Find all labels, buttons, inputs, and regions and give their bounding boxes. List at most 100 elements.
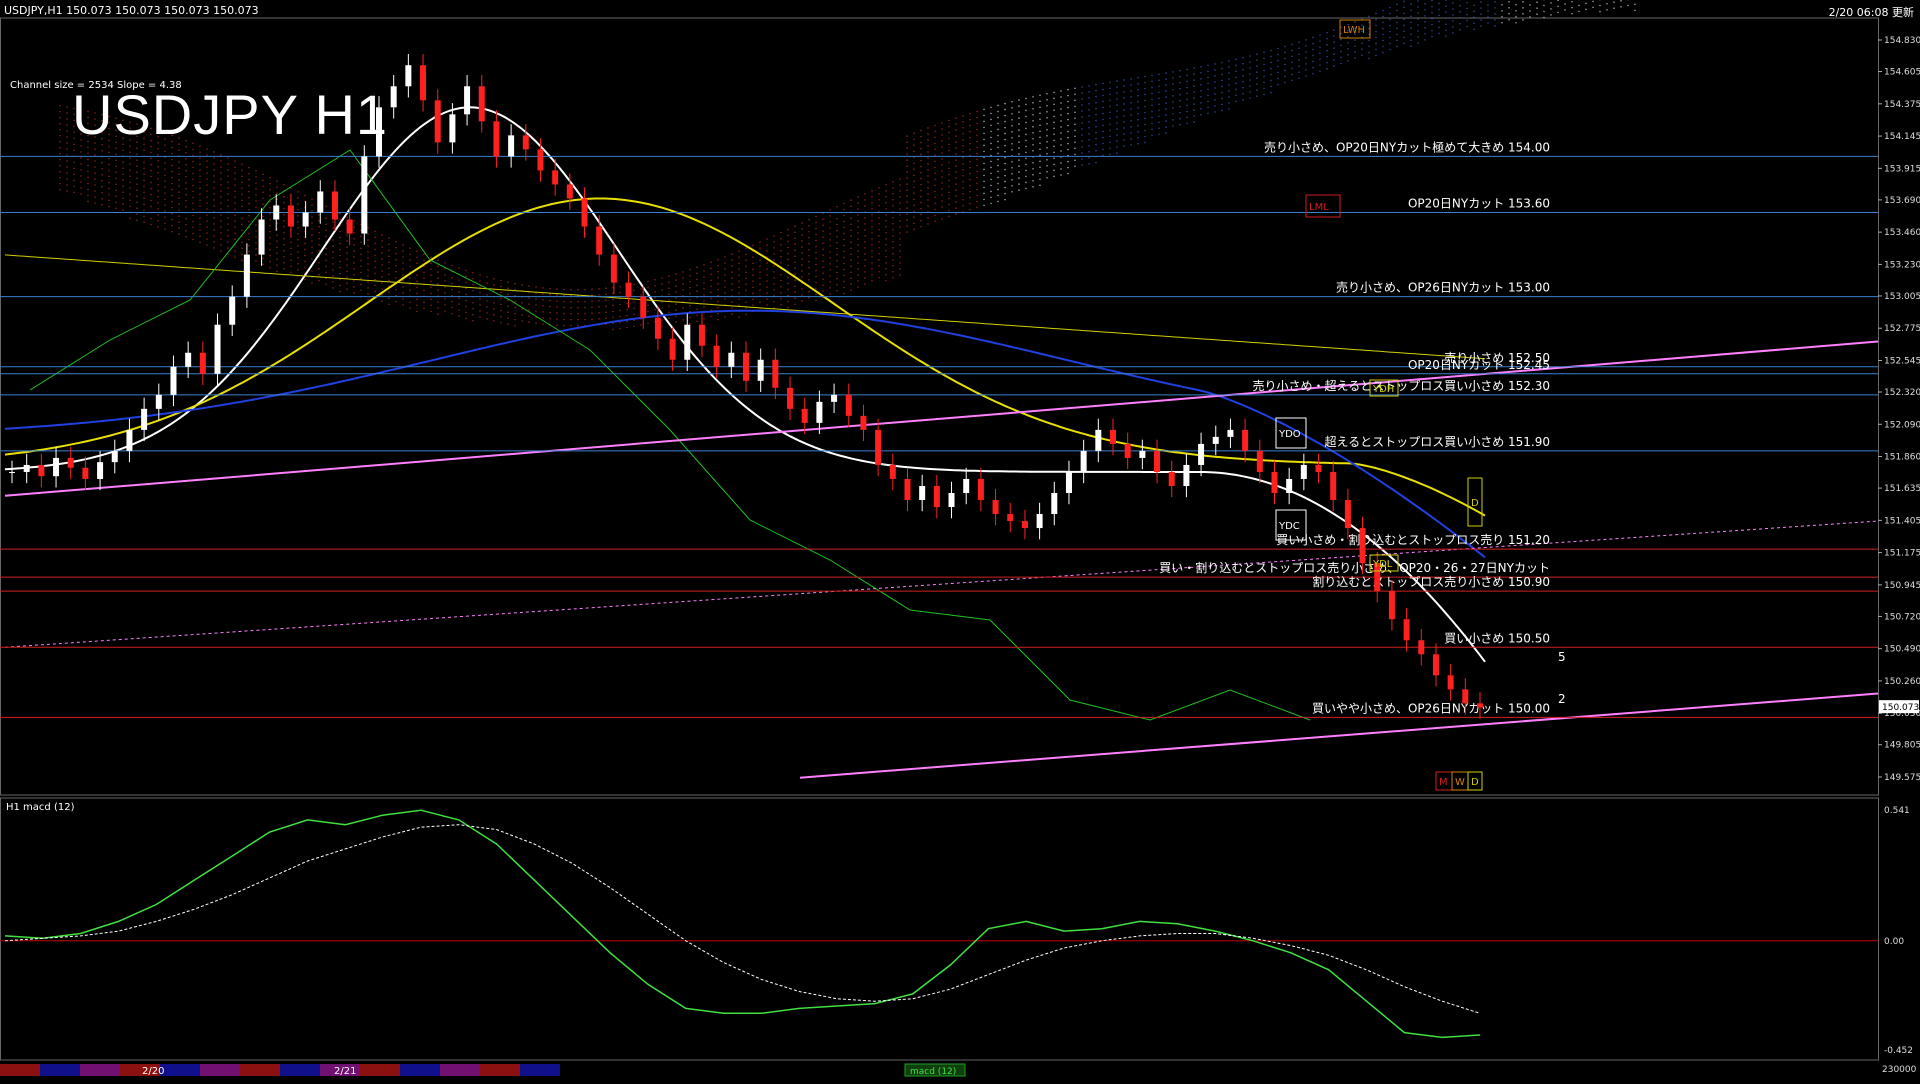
cloud-dot bbox=[1242, 81, 1244, 83]
cloud-dot bbox=[500, 286, 502, 288]
cloud-dot bbox=[948, 132, 950, 134]
cloud-dot bbox=[1137, 113, 1139, 115]
cloud-dot bbox=[1074, 106, 1076, 108]
cloud-dot bbox=[94, 172, 96, 174]
cloud-dot bbox=[1340, 57, 1342, 59]
cloud-dot bbox=[899, 190, 901, 192]
cloud-dot bbox=[766, 304, 768, 306]
cloud-dot bbox=[1410, 27, 1412, 29]
cloud-dot bbox=[1564, 9, 1566, 11]
cloud-dot bbox=[332, 251, 334, 253]
cloud-dot bbox=[878, 229, 880, 231]
cloud-dot bbox=[136, 183, 138, 185]
cloud-dot bbox=[1333, 35, 1335, 37]
cloud-dot bbox=[955, 201, 957, 203]
time-bar-segment bbox=[360, 1064, 400, 1076]
cloud-dot bbox=[430, 292, 432, 294]
cloud-dot bbox=[815, 264, 817, 266]
level-label: 買いやや小さめ、OP26日NYカット 150.00 bbox=[1312, 701, 1550, 715]
cloud-dot bbox=[1424, 3, 1426, 5]
cloud-dot bbox=[1207, 77, 1209, 79]
cloud-dot bbox=[1529, 16, 1531, 18]
cloud-dot bbox=[1326, 62, 1328, 64]
cloud-dot bbox=[815, 258, 817, 260]
cloud-dot bbox=[1074, 130, 1076, 132]
cloud-dot bbox=[94, 160, 96, 162]
cloud-dot bbox=[864, 265, 866, 267]
cloud-dot bbox=[374, 285, 376, 287]
cloud-dot bbox=[934, 215, 936, 217]
cloud-dot bbox=[1466, 20, 1468, 22]
cloud-dot bbox=[906, 183, 908, 185]
cloud-dot bbox=[353, 256, 355, 258]
cloud-dot bbox=[325, 230, 327, 232]
cloud-dot bbox=[752, 244, 754, 246]
cloud-dot bbox=[1319, 40, 1321, 42]
cloud-dot bbox=[416, 274, 418, 276]
cloud-dot bbox=[878, 187, 880, 189]
cloud-dot bbox=[339, 291, 341, 293]
cloud-dot bbox=[675, 315, 677, 317]
cloud-dot bbox=[136, 165, 138, 167]
cloud-dot bbox=[465, 282, 467, 284]
cloud-dot bbox=[213, 175, 215, 177]
cloud-dot bbox=[1165, 84, 1167, 86]
cloud-dot bbox=[647, 281, 649, 283]
cloud-dot bbox=[1305, 63, 1307, 65]
cloud-dot bbox=[262, 204, 264, 206]
cloud-dot bbox=[178, 191, 180, 193]
cloud-dot bbox=[752, 280, 754, 282]
cloud-dot bbox=[73, 174, 75, 176]
cloud-dot bbox=[1396, 16, 1398, 18]
cloud-dot bbox=[941, 146, 943, 148]
cloud-dot bbox=[752, 274, 754, 276]
cloud-dot bbox=[990, 185, 992, 187]
cloud-dot bbox=[864, 259, 866, 261]
cloud-dot bbox=[927, 163, 929, 165]
cloud-dot bbox=[850, 229, 852, 231]
price-chart[interactable]: 154.830154.605154.375154.145153.915153.6… bbox=[0, 0, 1920, 1080]
cloud-dot bbox=[1487, 4, 1489, 6]
cloud-dot bbox=[248, 179, 250, 181]
cloud-dot bbox=[696, 291, 698, 293]
cloud-dot bbox=[1025, 164, 1027, 166]
cloud-dot bbox=[87, 189, 89, 191]
cloud-dot bbox=[262, 198, 264, 200]
cloud-dot bbox=[1382, 40, 1384, 42]
cloud-dot bbox=[899, 232, 901, 234]
cloud-dot bbox=[178, 197, 180, 199]
cloud-dot bbox=[717, 265, 719, 267]
cloud-dot bbox=[962, 157, 964, 159]
cloud-dot bbox=[612, 311, 614, 313]
cloud-dot bbox=[1172, 125, 1174, 127]
cloud-dot bbox=[1074, 166, 1076, 168]
cloud-dot bbox=[906, 231, 908, 233]
cloud-dot bbox=[535, 310, 537, 312]
cloud-dot bbox=[829, 293, 831, 295]
cloud-dot bbox=[822, 242, 824, 244]
cloud-dot bbox=[290, 271, 292, 273]
cloud-dot bbox=[969, 137, 971, 139]
cloud-dot bbox=[1186, 105, 1188, 107]
cloud-dot bbox=[206, 232, 208, 234]
cloud-dot bbox=[318, 214, 320, 216]
cloud-dot bbox=[402, 244, 404, 246]
cloud-dot bbox=[185, 206, 187, 208]
cloud-dot bbox=[633, 283, 635, 285]
cloud-dot bbox=[1011, 125, 1013, 127]
cloud-dot bbox=[353, 280, 355, 282]
cloud-dot bbox=[1102, 125, 1104, 127]
cloud-dot bbox=[927, 133, 929, 135]
cloud-dot bbox=[1011, 185, 1013, 187]
cloud-dot bbox=[724, 286, 726, 288]
cloud-dot bbox=[1151, 123, 1153, 125]
cloud-dot bbox=[983, 139, 985, 141]
cloud-dot bbox=[1508, 7, 1510, 9]
cloud-dot bbox=[815, 240, 817, 242]
candle-body bbox=[361, 156, 367, 233]
cloud-dot bbox=[1438, 3, 1440, 5]
cloud-dot bbox=[1081, 122, 1083, 124]
price-tick-label: 150.260 bbox=[1884, 677, 1920, 687]
cloud-dot bbox=[283, 208, 285, 210]
cloud-dot bbox=[1109, 153, 1111, 155]
